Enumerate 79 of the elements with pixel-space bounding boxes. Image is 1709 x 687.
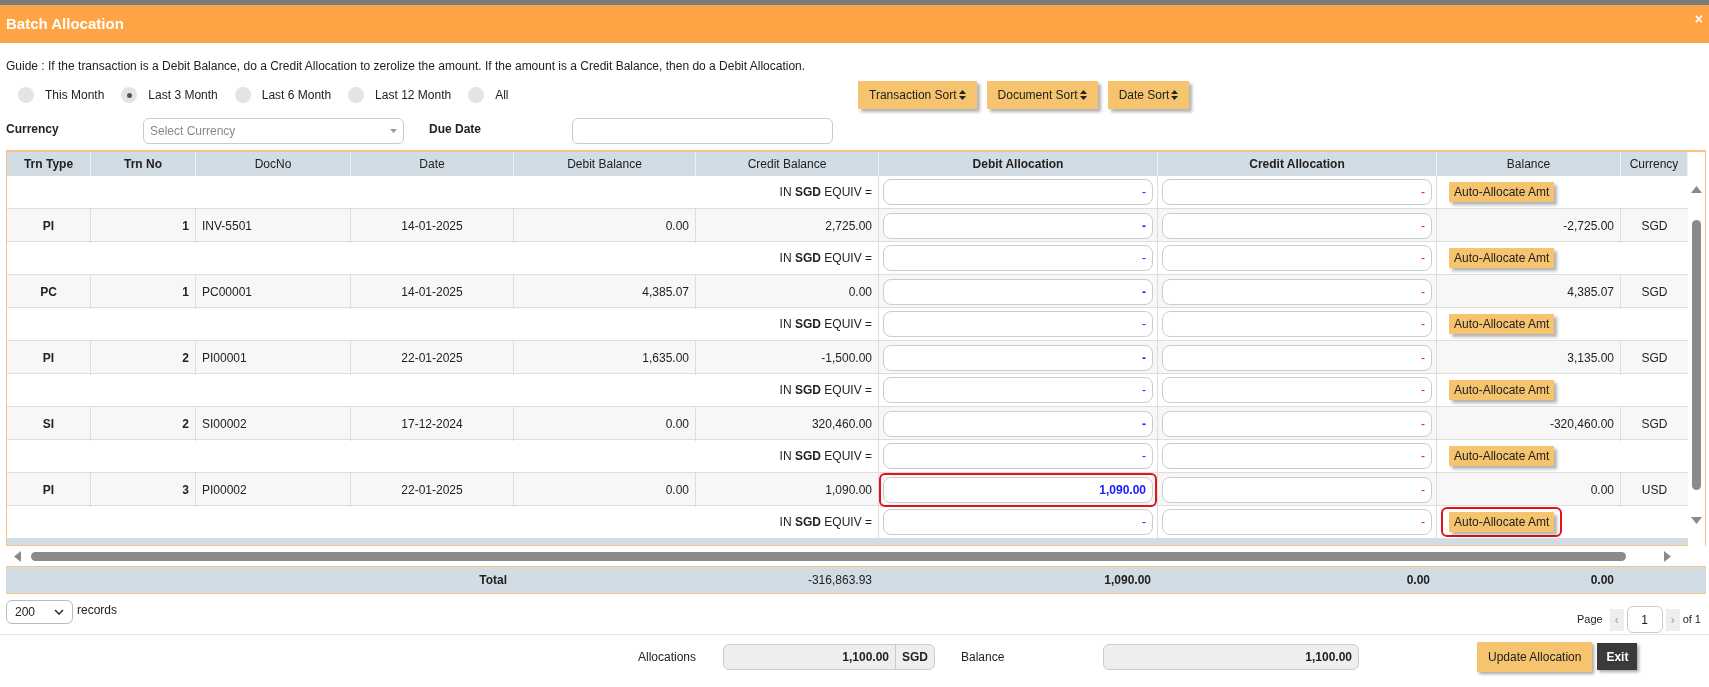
scroll-left-icon[interactable]: [14, 550, 21, 562]
input-field[interactable]: -: [883, 245, 1153, 271]
input-field[interactable]: -: [1162, 477, 1432, 503]
page-size-select[interactable]: 200: [6, 600, 73, 624]
equivalent-label: IN SGD EQUIV =: [779, 382, 872, 399]
page-label: Page: [1576, 612, 1603, 628]
input-field[interactable]: -: [1162, 245, 1432, 271]
table-cell-text: SGD: [1640, 218, 1669, 235]
sort-button[interactable]: Document Sort: [986, 81, 1098, 109]
auto-allocate-button[interactable]: Auto-Allocate Amt: [1449, 446, 1555, 466]
table-cell-text: SGD: [1640, 416, 1669, 433]
radio-option[interactable]: Last 3 Month: [121, 86, 218, 104]
equivalent-label: IN SGD EQUIV =: [779, 184, 872, 201]
equivalent-label: IN SGD EQUIV =: [779, 448, 872, 465]
input-field[interactable]: -: [1162, 509, 1432, 535]
total-label: Total: [479, 572, 507, 589]
input-field[interactable]: -: [883, 443, 1153, 469]
scroll-up-icon[interactable]: [1691, 186, 1702, 193]
total-value: -316,863.93: [807, 572, 872, 589]
input-field[interactable]: -: [883, 411, 1153, 437]
sort-icon: [958, 90, 966, 100]
scrollbar-thumb[interactable]: [31, 551, 1626, 561]
allocations-label: Allocations: [638, 648, 698, 666]
input-field[interactable]: -: [883, 345, 1153, 371]
input-field[interactable]: -: [1162, 179, 1432, 205]
input-field[interactable]: -: [1162, 279, 1432, 305]
equivalent-label: IN SGD EQUIV =: [779, 250, 872, 267]
guide-text: Guide : If the transaction is a Debit Balance, do a Credit Allocation to zerolize the amount. If the amount is a Credit Balance, then do a Debit Allocation.: [5, 58, 807, 74]
table-cell-text: SGD: [1640, 284, 1669, 301]
radio-option[interactable]: Last 12 Month: [348, 86, 452, 104]
chevron-down-icon: [54, 609, 64, 615]
radio-option[interactable]: All: [468, 86, 509, 104]
update-allocation-button[interactable]: Update Allocation: [1477, 641, 1593, 672]
input-field[interactable]: -: [1162, 411, 1432, 437]
input-field[interactable]: -: [883, 279, 1153, 305]
auto-allocate-button[interactable]: Auto-Allocate Amt: [1449, 248, 1555, 268]
auto-allocate-button[interactable]: Auto-Allocate Amt: [1449, 380, 1555, 400]
total-value: 1,090.00: [1104, 572, 1151, 589]
auto-allocate-button[interactable]: Auto-Allocate Amt: [1449, 182, 1555, 202]
input-field[interactable]: -: [1162, 377, 1432, 403]
due-date-label: Due Date: [429, 121, 482, 138]
input-field[interactable]: -: [883, 509, 1153, 535]
caret-icon: [390, 129, 397, 133]
input-field[interactable]: -: [1162, 443, 1432, 469]
radio-option[interactable]: Last 6 Month: [234, 86, 332, 104]
input-field[interactable]: -: [1162, 311, 1432, 337]
scroll-right-icon[interactable]: [1664, 550, 1671, 562]
auto-allocate-button[interactable]: Auto-Allocate Amt: [1449, 512, 1555, 532]
balance-field: 1,100.00: [1103, 643, 1359, 670]
equivalent-label: IN SGD EQUIV =: [779, 514, 872, 531]
total-value: 0.00: [1406, 572, 1430, 589]
total-value: 0.00: [1590, 572, 1614, 589]
records-label: records: [77, 602, 117, 619]
currency-select[interactable]: Select Currency: [143, 118, 404, 144]
equivalent-label: IN SGD EQUIV =: [779, 316, 872, 333]
sort-button[interactable]: Transaction Sort: [858, 81, 977, 109]
input-field[interactable]: -: [1162, 345, 1432, 371]
input-field[interactable]: -: [883, 377, 1153, 403]
input-field[interactable]: -: [883, 311, 1153, 337]
auto-allocate-button[interactable]: Auto-Allocate Amt: [1449, 314, 1555, 334]
page-number-field[interactable]: 1: [1626, 606, 1663, 633]
exit-button[interactable]: Exit: [1597, 643, 1638, 670]
input-field[interactable]: -: [1162, 213, 1432, 239]
table-cell-text: SGD: [1640, 350, 1669, 367]
radio-option[interactable]: This Month: [18, 86, 105, 104]
sort-button[interactable]: Date Sort: [1107, 81, 1190, 109]
input-field[interactable]: -: [883, 179, 1153, 205]
sort-icon: [1171, 90, 1179, 100]
table-cell-text: USD: [1640, 482, 1669, 499]
page-count-label: of 1: [1682, 612, 1701, 628]
sort-icon: [1079, 90, 1087, 100]
scroll-down-icon[interactable]: [1691, 517, 1702, 524]
balance-label: Balance: [961, 648, 1006, 666]
window-title: Batch Allocation: [6, 13, 124, 34]
scrollbar-thumb[interactable]: [1692, 220, 1701, 490]
input-field[interactable]: -: [883, 213, 1153, 239]
input-field[interactable]: 1,090.00: [883, 477, 1153, 503]
currency-label: Currency: [5, 121, 60, 138]
due-date-field[interactable]: [572, 118, 833, 144]
